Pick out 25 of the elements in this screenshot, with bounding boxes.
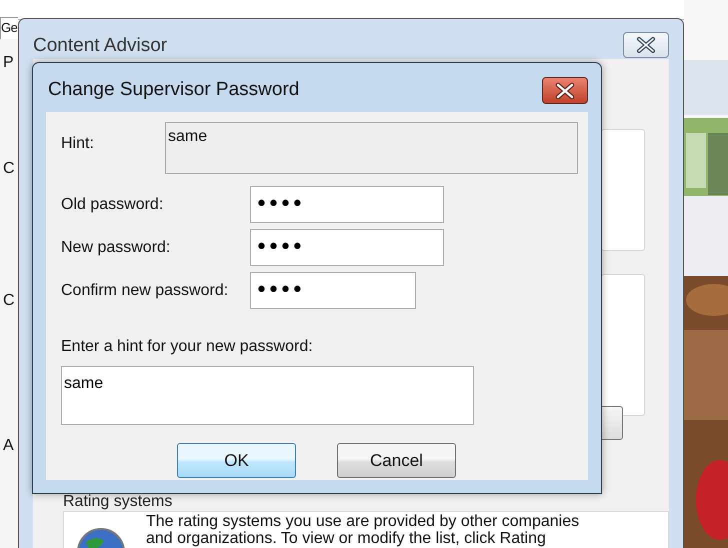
password-field[interactable]: ••••: [250, 186, 444, 223]
description-text: The rating systems you use are provided by other companies and organizations. To view or modify the list, click Rating: [146, 513, 580, 548]
label-text: P: [2, 54, 15, 72]
password-field[interactable]: ••••: [250, 229, 444, 266]
window-title: Content Advisor: [33, 35, 168, 57]
field-label: Confirm new password:: [61, 280, 230, 300]
field-label: New password:: [61, 238, 172, 258]
hint-prompt: Enter a hint for your new password:: [61, 337, 314, 357]
hint-label: Hint:: [61, 134, 95, 154]
cancel-button[interactable]: Cancel: [337, 443, 456, 478]
hint-input[interactable]: same: [61, 366, 474, 425]
close-icon: [553, 82, 577, 100]
tab[interactable]: Ge: [0, 17, 18, 39]
ok-button[interactable]: OK: [177, 443, 296, 478]
group-heading: Rating systems: [63, 493, 172, 510]
password-field[interactable]: ••••: [250, 272, 416, 309]
label-text: C: [2, 160, 15, 178]
hint-display: same: [165, 122, 578, 174]
field-label: Old password:: [61, 194, 164, 214]
label-text: A: [2, 437, 15, 455]
close-button[interactable]: [542, 77, 588, 104]
dialog-title: Change Supervisor Password: [48, 79, 300, 101]
close-button[interactable]: [623, 32, 669, 58]
close-icon: [634, 36, 658, 54]
label-text: C: [2, 292, 15, 310]
